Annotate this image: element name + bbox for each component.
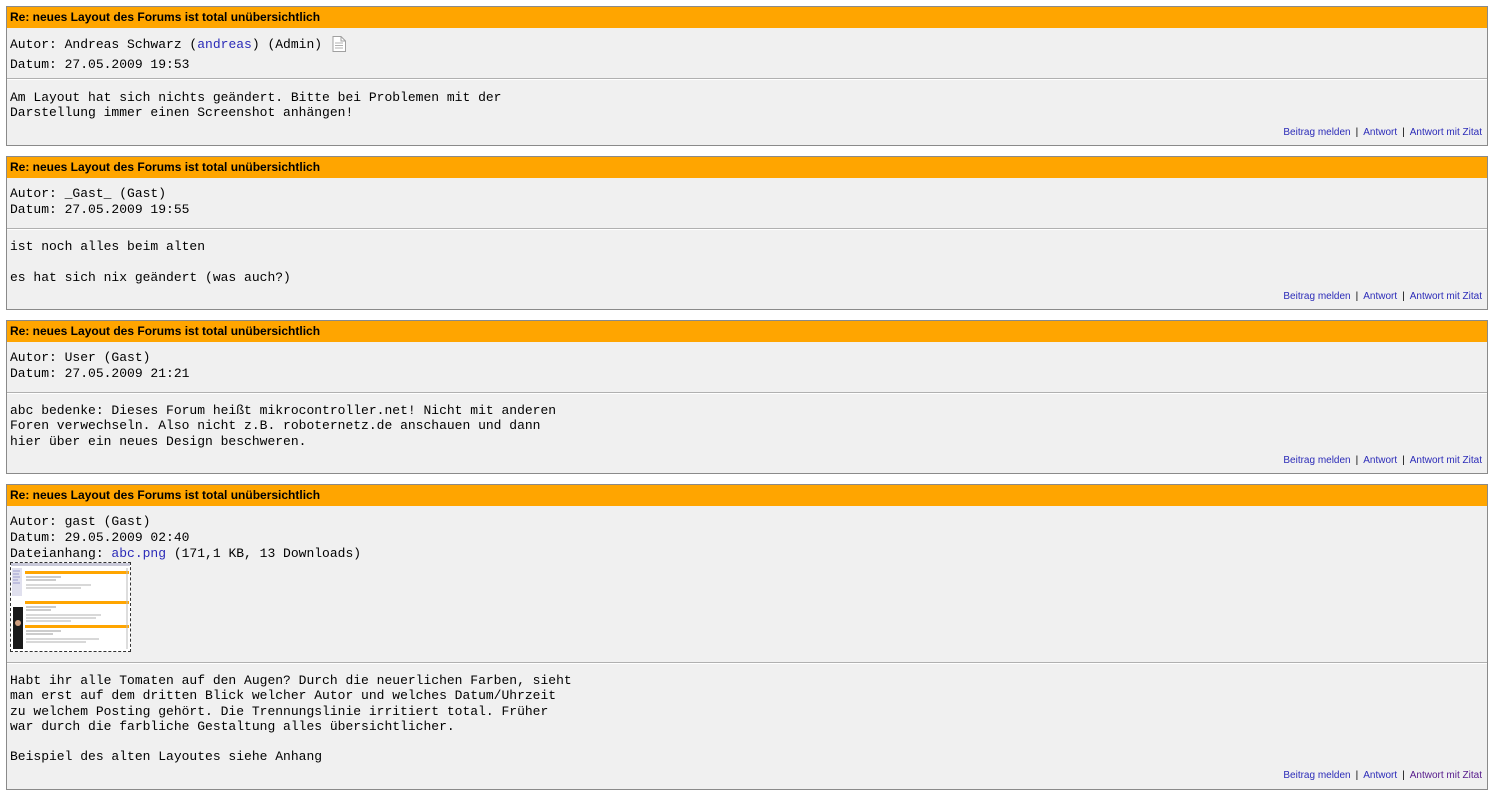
attachment-line: Dateianhang: abc.png (171,1 KB, 13 Downl… [10,546,1484,562]
reply-with-quote-link[interactable]: Antwort mit Zitat [1410,770,1482,781]
author-line: Autor: _Gast_ (Gast) [10,186,167,201]
forum-post: Re: neues Layout des Forums ist total un… [6,156,1488,310]
post-body: Habt ihr alle Tomaten auf den Augen? Dur… [10,673,572,765]
reply-link[interactable]: Antwort [1363,127,1397,138]
divider [7,662,1487,664]
reply-link[interactable]: Antwort [1363,291,1397,302]
date-line: Datum: 27.05.2009 19:55 [10,202,190,217]
post-meta: Autor: gast (Gast) Datum: 29.05.2009 02:… [7,506,1487,562]
attachment-label: Dateianhang: [10,546,112,561]
post-meta: Autor: Andreas Schwarz (andreas) (Admin)… [7,28,1487,73]
post-title: Re: neues Layout des Forums ist total un… [7,321,1487,342]
divider [7,78,1487,80]
attachment-link[interactable]: abc.png [111,546,166,561]
forum-post: Re: neues Layout des Forums ist total un… [6,320,1488,474]
reply-with-quote-link[interactable]: Antwort mit Zitat [1410,455,1482,466]
separator: | [1402,770,1405,781]
author-line: Autor: User (Gast) [10,350,151,365]
post-body: abc bedenke: Dieses Forum heißt mikrocon… [10,403,557,449]
reply-link[interactable]: Antwort [1363,455,1397,466]
date-line: Datum: 29.05.2009 02:40 [10,530,190,545]
separator: | [1402,455,1405,466]
post-actions: Beitrag melden | Antwort | Antwort mit Zitat [1283,127,1482,138]
author-prefix: Autor: Andreas Schwarz ( [10,37,198,52]
reply-link[interactable]: Antwort [1363,770,1397,781]
separator: | [1402,291,1405,302]
document-icon[interactable] [332,36,347,57]
post-actions: Beitrag melden | Antwort | Antwort mit Zitat [1283,291,1482,302]
post-title: Re: neues Layout des Forums ist total un… [7,157,1487,178]
post-meta: Autor: User (Gast) Datum: 27.05.2009 21:… [7,342,1487,382]
report-post-link[interactable]: Beitrag melden [1283,455,1350,466]
forum-post: Re: neues Layout des Forums ist total un… [6,484,1488,790]
separator: | [1402,127,1405,138]
report-post-link[interactable]: Beitrag melden [1283,291,1350,302]
author-line: Autor: Andreas Schwarz (andreas) (Admin) [10,36,1484,57]
report-post-link[interactable]: Beitrag melden [1283,127,1350,138]
reply-with-quote-link[interactable]: Antwort mit Zitat [1410,127,1482,138]
report-post-link[interactable]: Beitrag melden [1283,770,1350,781]
author-profile-link[interactable]: andreas [197,37,252,52]
reply-with-quote-link[interactable]: Antwort mit Zitat [1410,291,1482,302]
post-actions: Beitrag melden | Antwort | Antwort mit Zitat [1283,770,1482,781]
divider [7,228,1487,230]
separator: | [1355,770,1359,781]
date-line: Datum: 27.05.2009 21:21 [10,366,190,381]
separator: | [1355,291,1359,302]
forum-post: Re: neues Layout des Forums ist total un… [6,6,1488,146]
post-meta: Autor: _Gast_ (Gast) Datum: 27.05.2009 1… [7,178,1487,218]
attachment-info: (171,1 KB, 13 Downloads) [166,546,362,561]
post-actions: Beitrag melden | Antwort | Antwort mit Zitat [1283,455,1482,466]
author-line: Autor: gast (Gast) [10,514,151,529]
separator: | [1355,455,1359,466]
post-body: Am Layout hat sich nichts geändert. Bitt… [10,90,502,121]
author-suffix: ) (Admin) [251,37,323,52]
date-line: Datum: 27.05.2009 19:53 [10,57,190,72]
post-title: Re: neues Layout des Forums ist total un… [7,7,1487,28]
attachment-thumbnail[interactable] [10,562,131,652]
post-title: Re: neues Layout des Forums ist total un… [7,485,1487,506]
post-body: ist noch alles beim alten es hat sich ni… [10,239,291,285]
separator: | [1355,127,1359,138]
divider [7,392,1487,394]
